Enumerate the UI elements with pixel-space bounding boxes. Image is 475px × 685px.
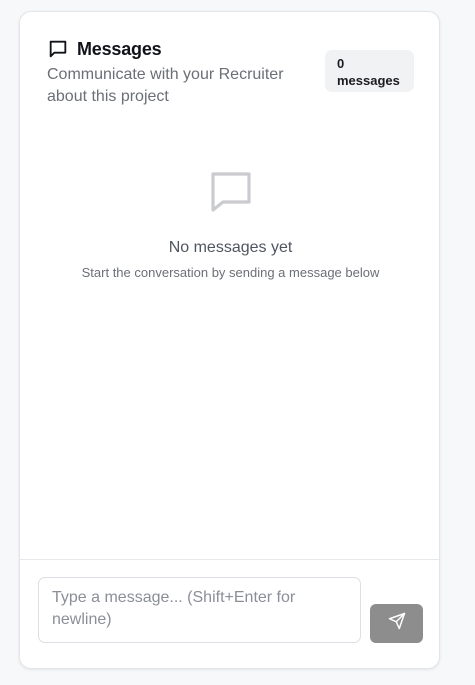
message-count: 0 [337,56,345,71]
message-input[interactable]: Type a message... (Shift+Enter for newli… [38,577,361,643]
page-title: Messages [77,38,162,59]
send-button[interactable] [370,604,423,643]
empty-state-title: No messages yet [168,239,293,256]
empty-state: No messages yet Start the conversation b… [20,168,439,280]
send-icon [388,612,406,635]
message-count-unit: messages [337,73,400,88]
messages-panel: Messages Communicate with your Recruiter… [19,11,440,669]
message-square-icon [47,38,69,60]
empty-state-subtitle: Start the conversation by sending a mess… [81,265,380,280]
message-count-badge: 0 messages [325,50,414,92]
message-input-placeholder: Type a message... (Shift+Enter for newli… [52,589,296,628]
panel-subtitle: Communicate with your Recruiter about th… [47,66,284,105]
message-square-icon [207,168,255,216]
divider [20,559,439,560]
